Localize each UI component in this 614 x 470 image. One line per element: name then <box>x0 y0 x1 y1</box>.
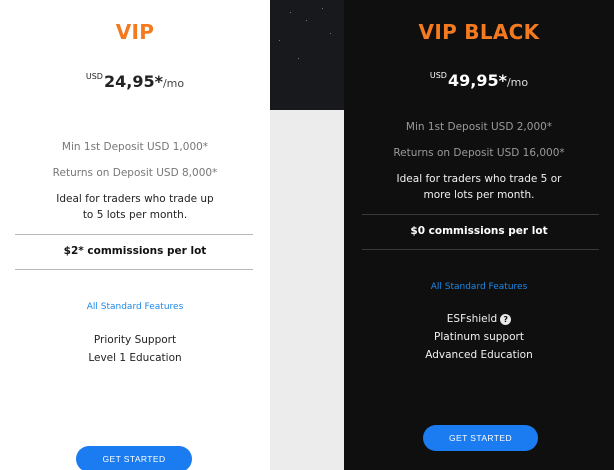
min-deposit: Min 1st Deposit USD 1,000* <box>61 141 209 153</box>
feature-label: ESFshield <box>446 313 498 325</box>
min-deposit: Min 1st Deposit USD 2,000* <box>405 121 553 133</box>
divider <box>362 249 599 250</box>
all-standard-features-link[interactable]: All Standard Features <box>0 302 270 312</box>
commission-text: $2* commissions per lot <box>63 245 207 257</box>
plan-price: USD24,95*/mo <box>0 72 270 91</box>
price-amount: 24,95* <box>103 72 163 91</box>
divider <box>15 234 253 235</box>
get-started-button[interactable]: GET STARTED <box>76 446 192 470</box>
vip-plan-card: VIP USD24,95*/mo Min 1st Deposit USD 1,0… <box>0 0 270 470</box>
feature-item: Level 1 Education <box>88 352 182 364</box>
price-currency: USD <box>429 71 447 80</box>
feature-item-esfshield: ESFshield? <box>344 311 614 327</box>
feature-item: Advanced Education <box>425 349 533 361</box>
commission-text: $0 commissions per lot <box>410 225 548 237</box>
ideal-description-line-1: Ideal for traders who trade 5 or <box>396 173 562 185</box>
returns-on-deposit: Returns on Deposit USD 8,000* <box>52 167 218 179</box>
plan-title: VIP BLACK <box>418 20 540 44</box>
ideal-description-line-2: to 5 lots per month. <box>82 209 188 221</box>
returns-on-deposit: Returns on Deposit USD 16,000* <box>393 147 565 159</box>
vip-black-plan-card: VIP BLACK USD49,95*/mo Min 1st Deposit U… <box>344 0 614 470</box>
price-amount: 49,95* <box>447 71 507 90</box>
ideal-description-line-1: Ideal for traders who trade up <box>56 193 214 205</box>
divider <box>362 214 599 215</box>
help-icon[interactable]: ? <box>500 314 512 325</box>
all-standard-features-link[interactable]: All Standard Features <box>344 282 614 292</box>
plan-price: USD49,95*/mo <box>344 71 614 90</box>
price-period: /mo <box>506 76 529 89</box>
price-currency: USD <box>85 72 103 81</box>
divider <box>15 269 253 270</box>
background-image-strip <box>270 0 344 110</box>
feature-item: Priority Support <box>93 334 177 346</box>
get-started-button[interactable]: GET STARTED <box>423 425 538 451</box>
ideal-description-line-2: more lots per month. <box>423 189 535 201</box>
plan-title: VIP <box>115 20 155 44</box>
price-period: /mo <box>162 77 185 90</box>
feature-item: Platinum support <box>434 331 524 343</box>
